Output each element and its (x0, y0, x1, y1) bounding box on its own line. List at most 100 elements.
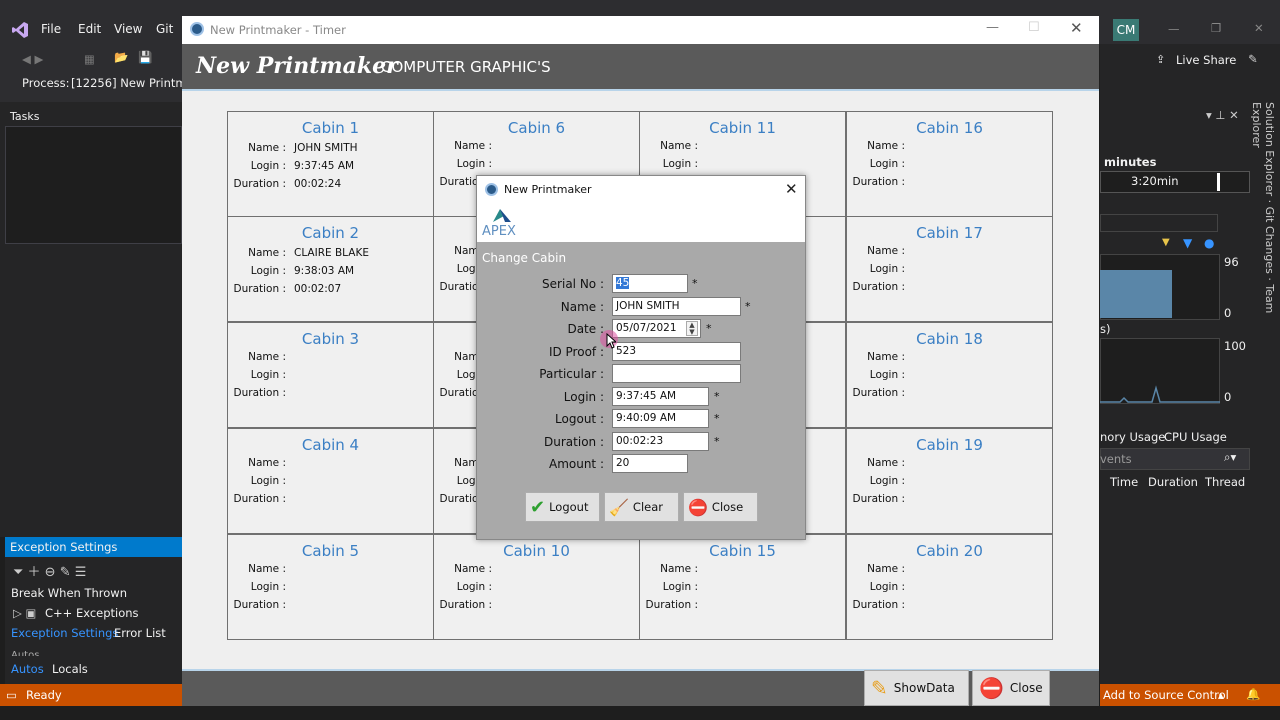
amount-input[interactable]: 20 (612, 454, 688, 473)
minutes-label: minutes (1104, 155, 1157, 169)
cabin-login-label: Login : (662, 581, 698, 593)
events-search[interactable]: vents (1100, 452, 1132, 466)
logout-input[interactable]: 9:40:09 AM (612, 409, 709, 428)
change-cabin-title: Change Cabin (482, 251, 567, 265)
cabin-panel: Cabin 5 Name : Login : Duration : (227, 534, 434, 640)
cabin-name-label: Name : (248, 247, 286, 259)
idproof-input[interactable]: 523 (612, 342, 741, 361)
change-cabin-dialog: New Printmaker ✕ APEX Change Cabin Seria… (476, 175, 806, 540)
caret-up-icon[interactable]: ▴ (1218, 688, 1224, 702)
date-spinner-icon[interactable]: ▲ ▼ (686, 321, 698, 336)
cabin-title: Cabin 4 (301, 436, 360, 454)
vs-restore-icon[interactable]: ❐ (1211, 21, 1221, 35)
user-avatar[interactable]: CM (1113, 19, 1139, 41)
app-close-button[interactable]: ⛔ Close (972, 670, 1050, 706)
tab-autos[interactable]: Autos (11, 662, 44, 676)
duration-input[interactable]: 00:02:23 (612, 432, 709, 451)
cursor-icon (606, 333, 616, 349)
serial-input[interactable]: 45 (612, 274, 688, 293)
tab-memory-usage[interactable]: nory Usage (1100, 430, 1165, 444)
vs-toolbar: ◀ ▶ ▦ 📂 💾 Process: [12256] New Printmak (0, 44, 200, 102)
menu-edit[interactable]: Edit (78, 22, 101, 36)
tab-error-list[interactable]: Error List (114, 626, 166, 640)
cabin-duration-label: Duration : (439, 599, 492, 611)
cabin-login-label: Login : (250, 160, 286, 172)
vs-minimize-icon[interactable]: — (1168, 22, 1180, 36)
app-icon (190, 22, 204, 36)
logout-button[interactable]: ✔ Logout (525, 492, 600, 522)
live-share-icon[interactable]: ⇪ (1156, 53, 1165, 66)
tab-cpu-usage[interactable]: CPU Usage (1164, 430, 1227, 444)
logout-label: Logout : (555, 412, 604, 426)
brand-title: New Printmaker (196, 53, 398, 79)
app-banner: New Printmaker COMPUTER GRAPHIC'S (182, 44, 1099, 89)
search-icon[interactable]: ⌕▾ (1224, 450, 1236, 465)
login-label: Login : (563, 390, 604, 404)
dropdown-icon[interactable]: ▾ ⊥ ✕ (1206, 108, 1239, 122)
checkmark-icon: ✔ (530, 496, 546, 518)
event-marker-icon: ▼ (1162, 237, 1170, 248)
vs-close-icon[interactable]: ✕ (1254, 21, 1264, 35)
app-title-bar: New Printmaker - Timer — ☐ ✕ (182, 16, 1099, 44)
add-to-source-control[interactable]: Add to Source Control (1103, 688, 1229, 702)
required-star: * (714, 435, 720, 448)
notification-icon[interactable]: 🔔 (1246, 687, 1260, 701)
required-star: * (706, 322, 712, 335)
exception-settings-header: Exception Settings (5, 537, 182, 557)
showdata-icon: ✎ (871, 676, 888, 700)
feedback-icon[interactable]: ✎ (1248, 52, 1258, 66)
cabin-login-label: Login : (869, 263, 905, 275)
name-input[interactable]: JOHN SMITH (612, 297, 741, 316)
tab-exception-settings[interactable]: Exception Settings (11, 626, 118, 640)
process-dropdown[interactable]: [12256] New Printmak (71, 76, 200, 90)
dialog-close-label: Close (711, 500, 744, 514)
status-ready: Ready (26, 688, 62, 702)
cabin-duration-label: Duration : (645, 599, 698, 611)
cabin-title: Cabin 3 (301, 330, 360, 348)
particular-label: Particular : (539, 367, 604, 381)
dialog-close-button[interactable]: ⛔ Close (683, 492, 758, 522)
cabin-panel: Cabin 17 Name : Login : Duration : (846, 216, 1053, 322)
login-input[interactable]: 9:37:45 AM (612, 387, 709, 406)
cabin-login-label: Login : (250, 475, 286, 487)
cpu-min: 0 (1224, 390, 1232, 404)
cabin-name-label: Name : (454, 563, 492, 575)
menu-file[interactable]: File (41, 22, 61, 36)
cabin-name-value: CLAIRE BLAKE (294, 247, 369, 259)
particular-input[interactable] (612, 364, 741, 383)
side-tabs[interactable]: Solution Explorer · Git Changes · Team E… (1250, 102, 1276, 352)
cabin-title: Cabin 19 (916, 436, 983, 454)
cabin-title: Cabin 5 (301, 542, 360, 560)
showdata-label: ShowData (893, 681, 955, 695)
close-icon[interactable]: ✕ (1070, 19, 1083, 37)
date-value: 05/07/2021 (616, 322, 677, 334)
showdata-button[interactable]: ✎ ShowData (864, 670, 969, 706)
live-share-button[interactable]: Live Share (1176, 53, 1236, 67)
clear-button[interactable]: 🧹 Clear (604, 492, 679, 522)
cabin-login-label: Login : (250, 369, 286, 381)
required-star: * (745, 300, 751, 313)
minimize-icon[interactable]: — (986, 20, 999, 35)
cabin-name-label: Name : (660, 140, 698, 152)
new-item-icon[interactable]: ▦ (84, 52, 95, 66)
cabin-panel: Cabin 19 Name : Login : Duration : (846, 428, 1053, 534)
expand-chevron-icon[interactable]: ▷ ▣ (13, 606, 36, 620)
cabin-duration-label: Duration : (233, 493, 286, 505)
cabin-name-label: Name : (248, 142, 286, 154)
back-icon[interactable]: ◀ ▶ (22, 52, 43, 66)
maximize-icon[interactable]: ☐ (1028, 20, 1040, 35)
menu-git[interactable]: Git (156, 22, 173, 36)
cpp-exceptions[interactable]: C++ Exceptions (45, 606, 139, 620)
open-folder-icon[interactable]: 📂 (114, 50, 128, 64)
apex-logo-icon (493, 209, 511, 222)
cabin-name-label: Name : (867, 351, 905, 363)
cabin-login-label: Login : (869, 475, 905, 487)
tab-locals[interactable]: Locals (52, 662, 88, 676)
exception-settings-title: Exception Settings (10, 540, 118, 554)
cabin-login-value: 9:37:45 AM (294, 160, 355, 172)
filter-icon[interactable]: ⏷ ＋ ⊖ ✎ ☰ (13, 561, 86, 580)
dialog-close-icon[interactable]: ✕ (785, 180, 798, 198)
cabin-name-label: Name : (248, 351, 286, 363)
menu-view[interactable]: View (114, 22, 142, 36)
save-icon[interactable]: 💾 (138, 50, 152, 64)
